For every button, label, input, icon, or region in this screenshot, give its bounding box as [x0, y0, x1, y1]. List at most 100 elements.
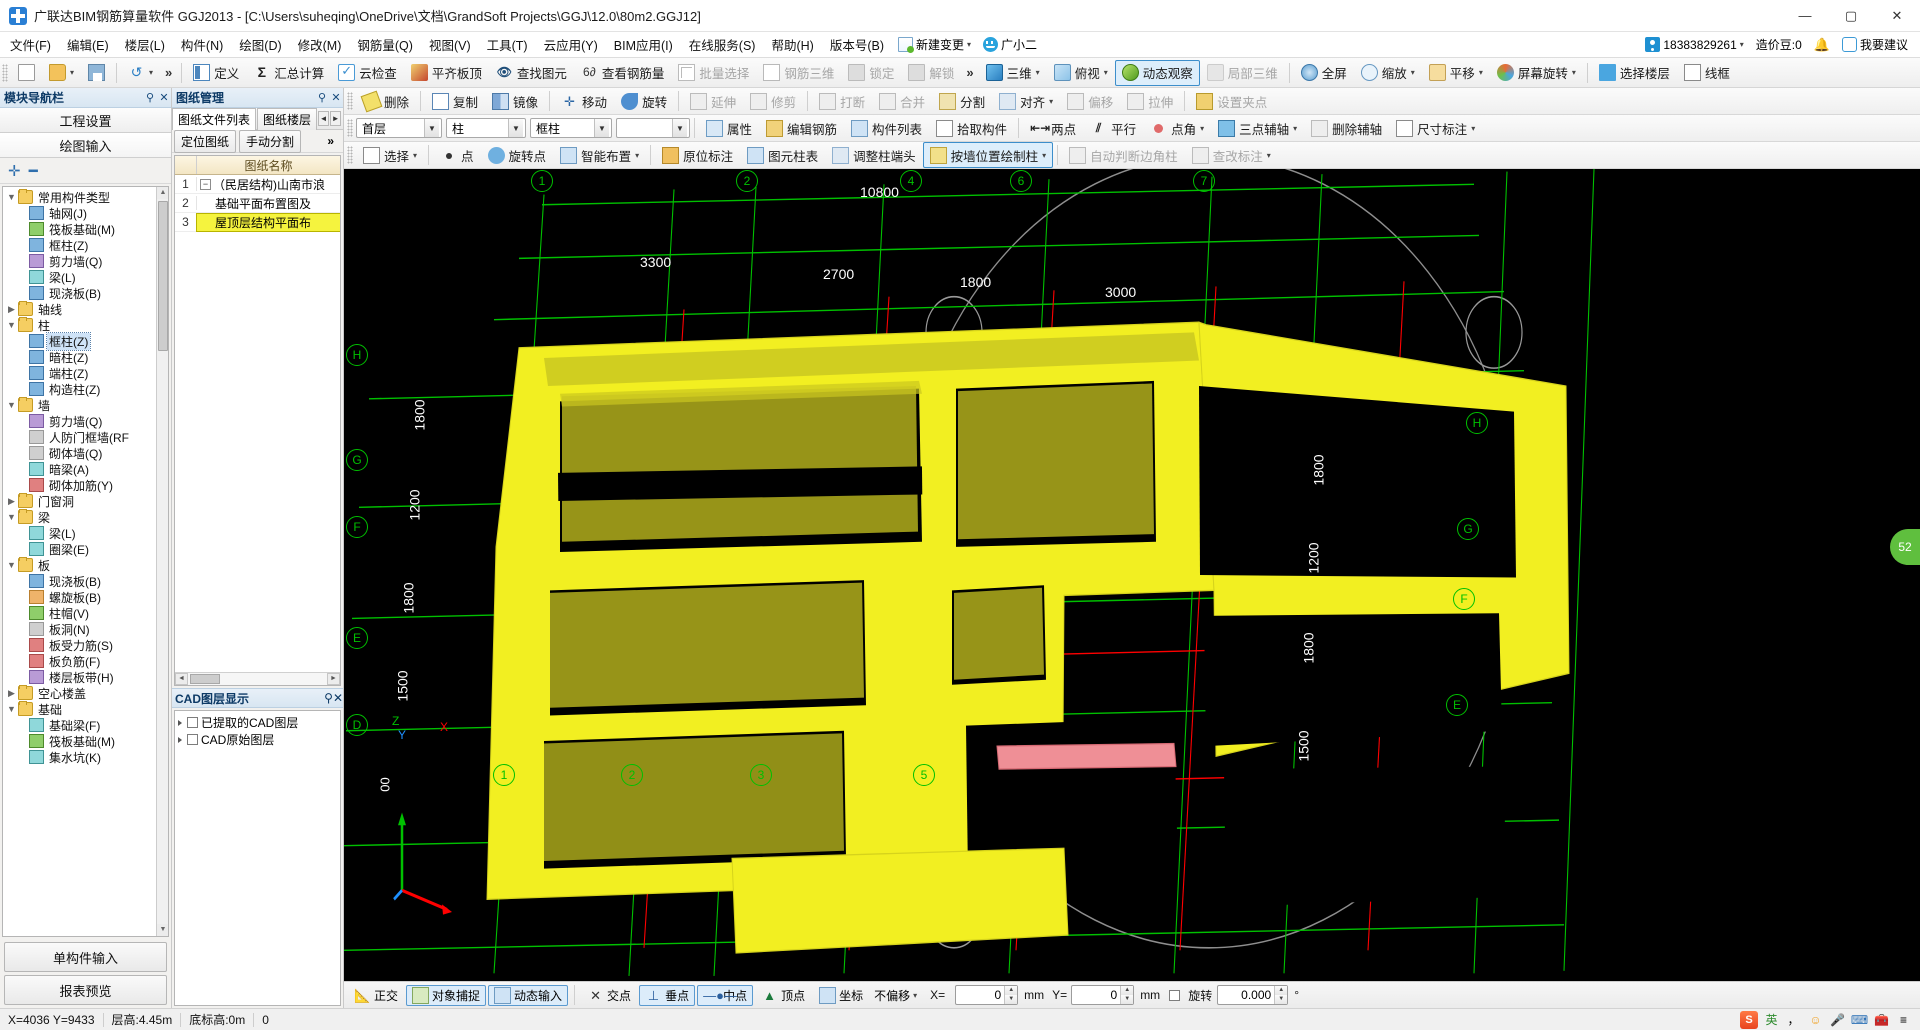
chevron-down-icon[interactable]: ▾ — [1049, 97, 1053, 106]
tab-drawing-floors[interactable]: 图纸楼层 — [257, 107, 318, 130]
tree-node-15[interactable]: 人防门框墙(RF — [3, 429, 168, 445]
drawing-name-cell[interactable]: 基础平面布置图及 — [197, 195, 340, 212]
merge-button[interactable]: 合并 — [872, 88, 932, 114]
delete-button[interactable]: 删除 — [356, 88, 416, 114]
tree-node-25[interactable]: 螺旋板(B) — [3, 589, 168, 605]
tree-collapse-icon[interactable]: ▼ — [5, 320, 18, 330]
menu-rebar-qty[interactable]: 钢筋量(Q) — [349, 32, 421, 57]
wall-position-column-button[interactable]: 按墙位置绘制柱 ▾ — [922, 142, 1054, 168]
tree-node-14[interactable]: 剪力墙(Q) — [3, 413, 168, 429]
tree-node-2[interactable]: 筏板基础(M) — [3, 221, 168, 237]
menu-bim-app[interactable]: BIM应用(I) — [606, 32, 681, 57]
scroll-up-icon[interactable]: ▲ — [157, 187, 168, 199]
point-angle-button[interactable]: 点角 ▾ — [1143, 115, 1211, 141]
chevron-down-icon[interactable]: ▾ — [967, 40, 971, 49]
chevron-down-icon[interactable]: ▾ — [1036, 68, 1040, 77]
tab-project-settings[interactable]: 工程设置 — [0, 108, 171, 133]
object-snap-toggle[interactable]: 对象捕捉 — [406, 984, 487, 1006]
tree-expand-icon[interactable]: ▶ — [5, 688, 18, 699]
cad-layer-row-extracted[interactable]: 已提取的CAD图层 — [175, 714, 340, 731]
tree-node-16[interactable]: 砌体墙(Q) — [3, 445, 168, 461]
floor-select[interactable]: 首层 ▼ — [356, 118, 442, 138]
view-top-button[interactable]: 俯视 ▾ — [1047, 60, 1115, 86]
tree-node-17[interactable]: 暗梁(A) — [3, 461, 168, 477]
tree-node-31[interactable]: ▶ 空心楼盖 — [3, 685, 168, 701]
element-table-button[interactable]: 图元柱表 — [740, 142, 825, 168]
chevron-down-icon[interactable]: ▾ — [1200, 124, 1204, 133]
tree-node-22[interactable]: 圈梁(E) — [3, 541, 168, 557]
tree-node-33[interactable]: 基础梁(F) — [3, 717, 168, 733]
tree-collapse-icon[interactable]: ▼ — [5, 512, 18, 522]
stretch-button[interactable]: 拉伸 — [1120, 88, 1180, 114]
scroll-left-icon[interactable]: ◄ — [175, 673, 188, 685]
undo-button[interactable]: ↺ ▾ — [121, 60, 160, 86]
minimize-button[interactable]: — — [1782, 0, 1828, 32]
table-row[interactable]: 2 基础平面布置图及 — [175, 194, 340, 213]
scroll-down-icon[interactable]: ▼ — [157, 924, 168, 936]
chevron-down-icon[interactable]: ▼ — [594, 119, 609, 137]
tree-collapse-icon[interactable]: ▼ — [5, 560, 18, 570]
local-3d-button[interactable]: 局部三维 — [1200, 60, 1285, 86]
tree-node-9[interactable]: 框柱(Z) — [3, 331, 168, 351]
tree-node-21[interactable]: 梁(L) — [3, 525, 168, 541]
dynamic-input-toggle[interactable]: 动态输入 — [488, 984, 569, 1006]
toolbar-grip[interactable] — [347, 146, 353, 164]
menu-cloud-app[interactable]: 云应用(Y) — [536, 32, 606, 57]
menu-icon[interactable]: ≡ — [1895, 1011, 1912, 1028]
apex-snap-toggle[interactable]: ▲ 顶点 — [755, 985, 811, 1006]
split-button[interactable]: 分割 — [932, 88, 992, 114]
batch-select-button[interactable]: 批量选择 — [671, 60, 756, 86]
cad-layer-checkbox[interactable] — [187, 717, 198, 728]
break-button[interactable]: 打断 — [812, 88, 872, 114]
tab-next-icon[interactable]: ► — [330, 111, 342, 126]
screen-rotate-button[interactable]: 屏幕旋转 ▾ — [1490, 60, 1583, 86]
align-button[interactable]: 对齐 ▾ — [992, 88, 1060, 114]
rotate-checkbox[interactable] — [1169, 989, 1181, 1001]
component-type-select[interactable]: 柱 ▼ — [446, 118, 526, 138]
component-name-select[interactable]: ▼ — [616, 118, 690, 138]
drawing-name-cell[interactable]: − （民居结构)山南市浪 — [197, 176, 340, 193]
edit-rebar-button[interactable]: 编辑钢筋 — [759, 115, 844, 141]
x-offset-field[interactable] — [956, 986, 1005, 1004]
tree-node-20[interactable]: ▼ 梁 — [3, 509, 168, 525]
rotate-field[interactable] — [1218, 986, 1275, 1004]
toolbox-icon[interactable]: 🧰 — [1873, 1011, 1890, 1028]
tree-node-10[interactable]: 暗柱(Z) — [3, 349, 168, 365]
tree-node-1[interactable]: 轴网(J) — [3, 205, 168, 221]
copy-button[interactable]: 复制 — [425, 88, 485, 114]
y-offset-stepper[interactable]: ▲ ▼ — [1120, 986, 1134, 1004]
close-icon[interactable]: ✕ — [157, 91, 171, 104]
menu-file[interactable]: 文件(F) — [2, 32, 59, 57]
component-tree[interactable]: ▼ 常用构件类型 轴网(J) 筏板基础(M) 框柱(Z) 剪力墙(Q) 梁(L) 现浇板(B)… — [2, 186, 169, 937]
select-floor-button[interactable]: 选择楼层 — [1592, 60, 1677, 86]
chevron-down-icon[interactable]: ▾ — [70, 68, 74, 77]
menu-component[interactable]: 构件(N) — [173, 32, 231, 57]
chevron-down-icon[interactable]: ▾ — [1740, 40, 1744, 49]
tab-drawing-file-list[interactable]: 图纸文件列表 — [172, 107, 257, 130]
user-nick-button[interactable]: 广小二 — [977, 34, 1043, 55]
scroll-right-icon[interactable]: ► — [327, 673, 340, 685]
tree-node-27[interactable]: 板洞(N) — [3, 621, 168, 637]
wireframe-button[interactable]: 线框 — [1677, 60, 1737, 86]
drawing-more-button[interactable]: » — [320, 131, 341, 151]
keyboard-icon[interactable]: ⌨ — [1851, 1011, 1868, 1028]
chevron-down-icon[interactable]: ▾ — [913, 991, 917, 1000]
chevron-down-icon[interactable]: ▼ — [508, 119, 523, 137]
sogou-input-icon[interactable]: S — [1740, 1010, 1758, 1029]
toolbar-grip[interactable] — [347, 119, 353, 137]
three-point-axis-button[interactable]: 三点辅轴 ▾ — [1211, 115, 1304, 141]
tree-node-29[interactable]: 板负筋(F) — [3, 653, 168, 669]
tree-collapse-icon[interactable]: ▼ — [5, 400, 18, 410]
ime-punct-icon[interactable]: ， — [1785, 1011, 1802, 1028]
tree-vertical-scrollbar[interactable]: ▲ ▼ — [156, 187, 168, 936]
pick-component-button[interactable]: 拾取构件 — [929, 115, 1014, 141]
account-button[interactable]: 18383829261 ▾ — [1639, 35, 1749, 54]
rotate-stepper[interactable]: ▲ ▼ — [1274, 986, 1288, 1004]
tree-node-30[interactable]: 楼层板带(H) — [3, 669, 168, 685]
trim-button[interactable]: 修剪 — [743, 88, 803, 114]
define-button[interactable]: 定义 — [186, 60, 246, 86]
drawing-name-cell[interactable]: 屋顶层结构平面布 — [196, 212, 340, 232]
tree-node-19[interactable]: ▶ 门窗洞 — [3, 493, 168, 509]
pin-icon[interactable]: ⚲ — [143, 91, 157, 104]
scroll-thumb[interactable] — [190, 674, 220, 684]
